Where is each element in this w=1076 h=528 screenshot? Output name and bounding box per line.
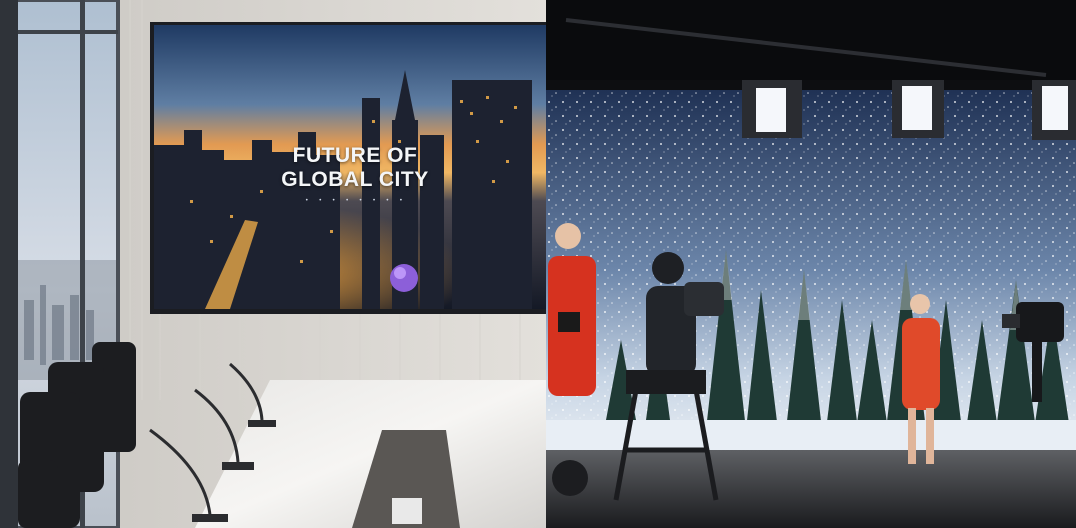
conference-room-photo: FUTURE OF GLOBAL CITY • • • • • • • • [0,0,546,528]
display-screen-title: FUTURE OF GLOBAL CITY [160,144,546,192]
display-title-line-2: GLOBAL CITY [281,168,429,191]
broadcast-studio-photo [546,0,1076,528]
display-decorative-dots: • • • • • • • • [305,197,407,204]
conference-room-scene [0,0,546,528]
studio-scene [546,0,1076,528]
display-title-line-1: FUTURE OF [292,144,418,167]
